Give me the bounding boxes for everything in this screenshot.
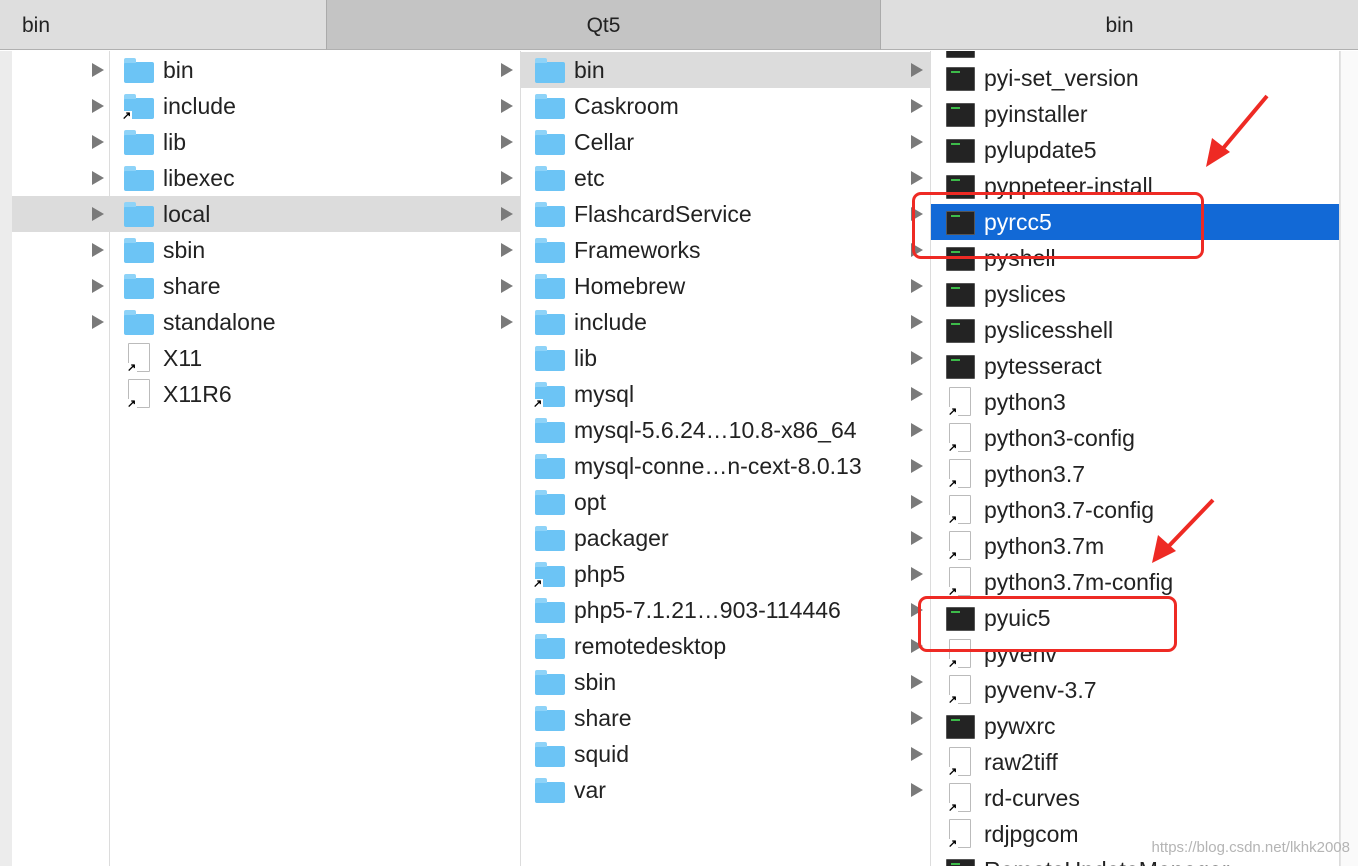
watermark: https://blog.csdn.net/lkhk2008: [1151, 839, 1350, 856]
arrow-icon: [1218, 94, 1269, 154]
arrow-head-icon: [1152, 535, 1176, 563]
annotation-arrows: [1152, 94, 1269, 563]
arrow-icon: [1164, 498, 1215, 551]
